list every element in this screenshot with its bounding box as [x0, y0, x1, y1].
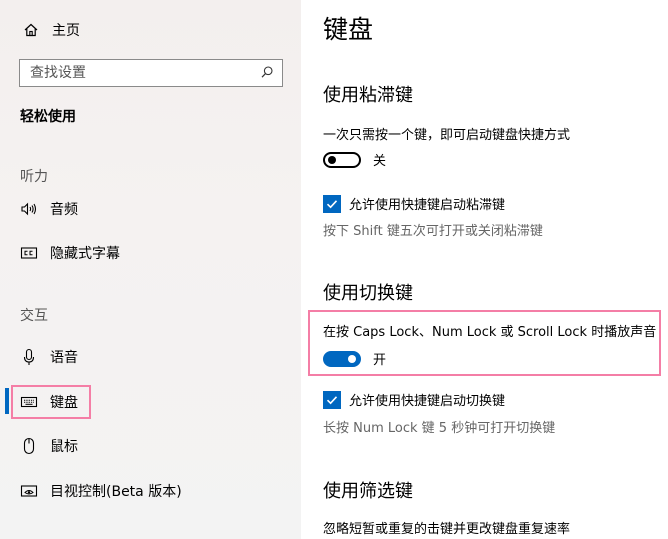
sticky-keys-shortcut-checkbox[interactable]: 允许使用快捷键启动粘滞键 — [323, 194, 505, 213]
search-input[interactable] — [28, 64, 260, 82]
speaker-icon — [20, 200, 38, 218]
sticky-keys-toggle-state: 关 — [373, 154, 387, 169]
sidebar-item-captions[interactable]: 隐藏式字幕 — [20, 238, 120, 268]
toggle-keys-toggle-row: 开 — [323, 349, 386, 368]
sidebar-item-captions-label: 隐藏式字幕 — [50, 246, 120, 262]
sidebar-item-mouse[interactable]: 鼠标 — [20, 431, 78, 461]
sidebar-item-mouse-label: 鼠标 — [50, 439, 78, 455]
sticky-keys-toggle[interactable] — [323, 151, 361, 168]
sticky-keys-desc: 一次只需按一个键，即可启动键盘快捷方式 — [323, 128, 571, 143]
nav-home-label: 主页 — [52, 23, 80, 39]
search-box[interactable] — [19, 59, 283, 87]
sticky-keys-shortcut-label: 允许使用快捷键启动粘滞键 — [349, 198, 506, 213]
active-indicator — [5, 388, 9, 414]
toggle-keys-shortcut-label: 允许使用快捷键启动切换键 — [349, 394, 506, 409]
sidebar-item-speech[interactable]: 语音 — [20, 342, 78, 372]
check-icon[interactable] — [323, 390, 341, 409]
toggle-keys-desc: 在按 Caps Lock、Num Lock 或 Scroll Lock 时播放声… — [323, 325, 657, 340]
sidebar-item-eye-control[interactable]: 目视控制(Beta 版本) — [20, 476, 182, 506]
sidebar-item-audio-label: 音频 — [50, 202, 78, 218]
page-title: 键盘 — [323, 15, 374, 44]
home-icon — [22, 21, 40, 39]
toggle-keys-toggle-state: 开 — [373, 353, 387, 368]
toggle-keys-shortcut-checkbox[interactable]: 允许使用快捷键启动切换键 — [323, 390, 505, 409]
nav-home[interactable]: 主页 — [22, 18, 80, 42]
sticky-keys-hint: 按下 Shift 键五次可打开或关闭粘滞键 — [323, 224, 543, 239]
mouse-icon — [20, 437, 38, 455]
sticky-keys-toggle-row: 关 — [323, 150, 386, 169]
search-icon[interactable] — [260, 64, 274, 83]
toggle-keys-hint: 长按 Num Lock 键 5 秒钟可打开切换键 — [323, 421, 556, 436]
toggle-keys-toggle[interactable] — [323, 350, 361, 367]
sidebar-item-eye-control-label: 目视控制(Beta 版本) — [50, 484, 182, 500]
toggle-keys-header: 使用切换键 — [323, 283, 413, 304]
captions-icon — [20, 244, 38, 262]
eye-control-icon — [20, 482, 38, 500]
sticky-keys-header: 使用粘滞键 — [323, 85, 413, 106]
group-label-hearing: 听力 — [20, 169, 48, 185]
keyboard-highlight-box — [11, 385, 91, 419]
filter-keys-header: 使用筛选键 — [323, 481, 413, 502]
filter-keys-desc: 忽略短暂或重复的击键并更改键盘重复速率 — [323, 522, 571, 537]
sidebar-item-speech-label: 语音 — [50, 350, 78, 366]
section-title: 轻松使用 — [20, 109, 76, 125]
microphone-icon — [20, 348, 38, 366]
sidebar-item-audio[interactable]: 音频 — [20, 194, 78, 224]
main-content: 键盘 使用粘滞键 一次只需按一个键，即可启动键盘快捷方式 关 允许使用快捷键启动… — [301, 0, 668, 539]
sidebar: 主页 轻松使用 听力 音频 隐藏式字幕 交互 语音 键盘 — [0, 0, 301, 539]
check-icon[interactable] — [323, 194, 341, 213]
group-label-interaction: 交互 — [20, 308, 48, 324]
